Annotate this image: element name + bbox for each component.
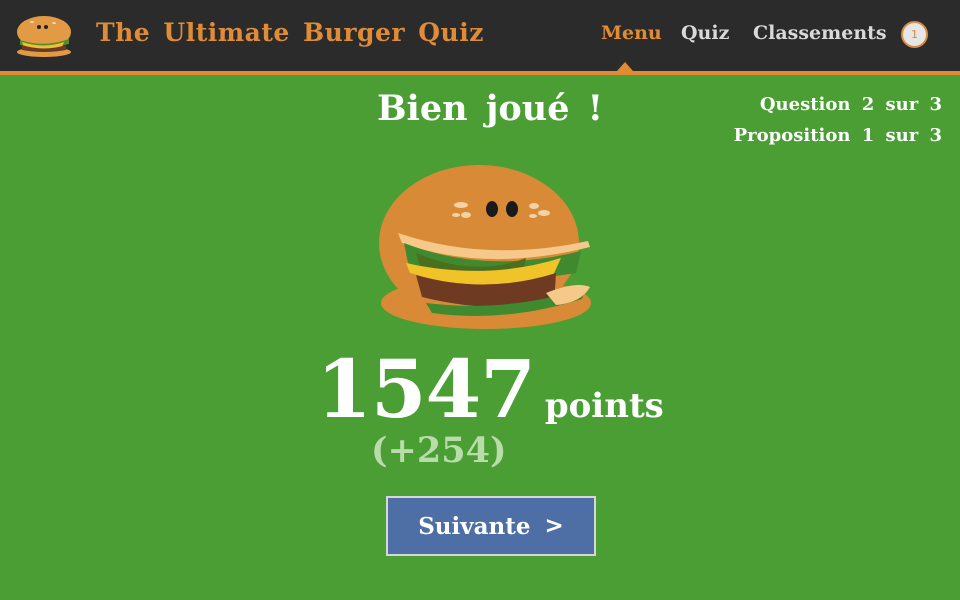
topbar-accent-line bbox=[0, 71, 960, 75]
score-unit: points bbox=[544, 386, 664, 426]
nav-classements[interactable]: Classements bbox=[753, 22, 887, 44]
chevron-right-icon: > bbox=[544, 513, 564, 539]
nav-menu[interactable]: Menu bbox=[601, 22, 662, 44]
question-progress: Question 2 sur 3 bbox=[759, 94, 942, 115]
active-nav-caret-icon bbox=[617, 62, 633, 71]
score-value: 1547 bbox=[316, 342, 536, 436]
next-button-label: Suivante bbox=[418, 512, 531, 540]
user-badge[interactable]: 1 bbox=[901, 21, 928, 48]
burger-logo-icon[interactable] bbox=[14, 12, 74, 58]
next-button[interactable]: Suivante > bbox=[386, 496, 596, 556]
score-gain: (+254) bbox=[371, 430, 507, 471]
nav-quiz[interactable]: Quiz bbox=[681, 22, 729, 44]
app-title[interactable]: The Ultimate Burger Quiz bbox=[96, 18, 484, 47]
score-display: 1547 points bbox=[0, 342, 960, 436]
top-navigation-bar: The Ultimate Burger Quiz Menu Quiz Class… bbox=[0, 0, 960, 71]
happy-burger-icon bbox=[379, 165, 591, 329]
proposition-progress: Proposition 1 sur 3 bbox=[733, 125, 942, 146]
